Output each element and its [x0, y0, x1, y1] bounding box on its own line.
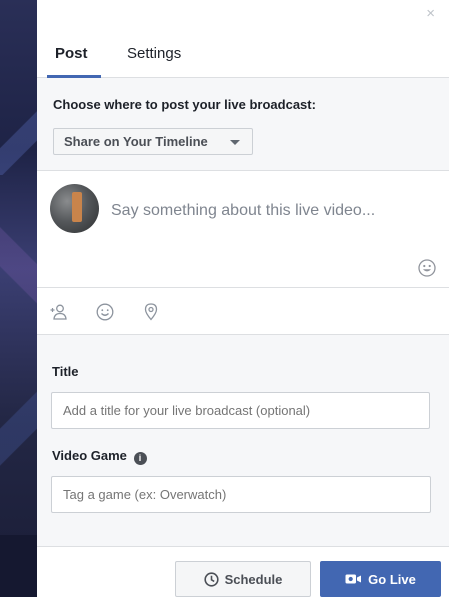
location-icon[interactable]	[141, 302, 161, 322]
feeling-icon[interactable]	[95, 302, 115, 322]
destination-section: Choose where to post your live broadcast…	[37, 78, 449, 171]
avatar	[50, 184, 99, 233]
destination-selected-value: Share on Your Timeline	[64, 134, 208, 149]
info-icon[interactable]: i	[133, 452, 147, 465]
composer-input[interactable]: Say something about this live video...	[111, 202, 375, 220]
live-broadcast-panel: × Post Settings Choose where to post you…	[37, 0, 449, 597]
chevron-down-icon	[230, 140, 240, 145]
destination-prompt: Choose where to post your live broadcast…	[53, 97, 316, 112]
go-live-button-label: Go Live	[368, 571, 416, 587]
schedule-button-label: Schedule	[224, 571, 283, 587]
title-input[interactable]	[51, 392, 430, 429]
video-game-label-text: Video Game	[52, 448, 127, 463]
composer: Say something about this live video...	[37, 171, 449, 288]
tab-settings[interactable]: Settings	[127, 45, 181, 63]
schedule-button[interactable]: Schedule	[175, 561, 311, 597]
tab-post[interactable]: Post	[55, 45, 88, 63]
footer: Schedule Go Live	[37, 548, 449, 597]
background-video-strip	[0, 0, 37, 597]
tab-bar: Post Settings	[37, 0, 449, 78]
video-camera-icon	[345, 574, 362, 584]
clock-icon	[203, 571, 219, 587]
video-game-input[interactable]	[51, 476, 431, 513]
video-game-label: Video Game i	[52, 448, 147, 465]
broadcast-details: Title Video Game i	[37, 335, 449, 547]
title-label: Title	[52, 364, 79, 379]
go-live-button[interactable]: Go Live	[320, 561, 441, 597]
tag-people-icon[interactable]	[49, 302, 69, 322]
composer-actions	[37, 288, 449, 335]
emoji-icon[interactable]	[418, 259, 436, 277]
destination-dropdown[interactable]: Share on Your Timeline	[53, 128, 253, 155]
